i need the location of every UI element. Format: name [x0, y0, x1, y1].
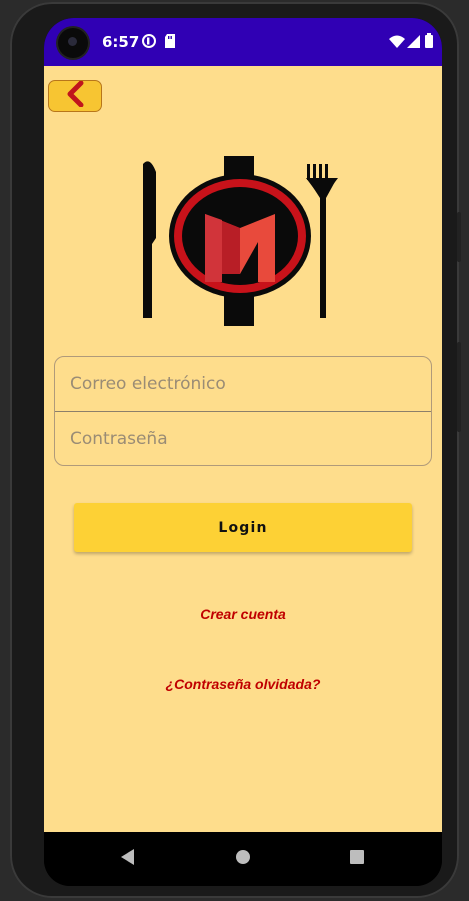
battery-icon	[425, 33, 433, 53]
navigation-bar	[44, 832, 442, 886]
volume-button	[457, 212, 461, 262]
phone-frame: 6:57 Correo electrónico Login Crear cuen…	[10, 2, 461, 898]
back-button[interactable]	[48, 80, 102, 112]
wifi-icon	[389, 35, 405, 53]
square-recents-icon	[350, 849, 364, 869]
nav-recents-button[interactable]	[327, 832, 387, 886]
sd-card-icon	[164, 34, 176, 53]
login-screen: Login Crear cuenta ¿Contraseña olvidada?	[44, 66, 442, 832]
nav-back-button[interactable]	[98, 832, 158, 886]
password-field[interactable]	[55, 412, 431, 465]
power-button	[457, 342, 461, 432]
nav-home-button[interactable]	[213, 832, 273, 886]
status-time: 6:57	[102, 33, 140, 51]
status-bar: 6:57	[44, 18, 442, 66]
screen: 6:57 Correo electrónico Login Crear cuen…	[44, 18, 442, 886]
triangle-back-icon	[121, 848, 135, 870]
login-button[interactable]: Login	[74, 503, 412, 552]
chevron-left-icon	[65, 80, 85, 112]
login-form	[54, 356, 432, 466]
signal-icon	[407, 35, 420, 53]
email-field[interactable]	[55, 357, 431, 411]
circle-home-icon	[236, 849, 250, 869]
forgot-password-link[interactable]: ¿Contraseña olvidada?	[44, 676, 442, 692]
create-account-link[interactable]: Crear cuenta	[44, 606, 442, 622]
front-camera	[58, 28, 88, 58]
restaurant-logo	[140, 148, 340, 336]
play-protect-icon	[142, 34, 156, 53]
